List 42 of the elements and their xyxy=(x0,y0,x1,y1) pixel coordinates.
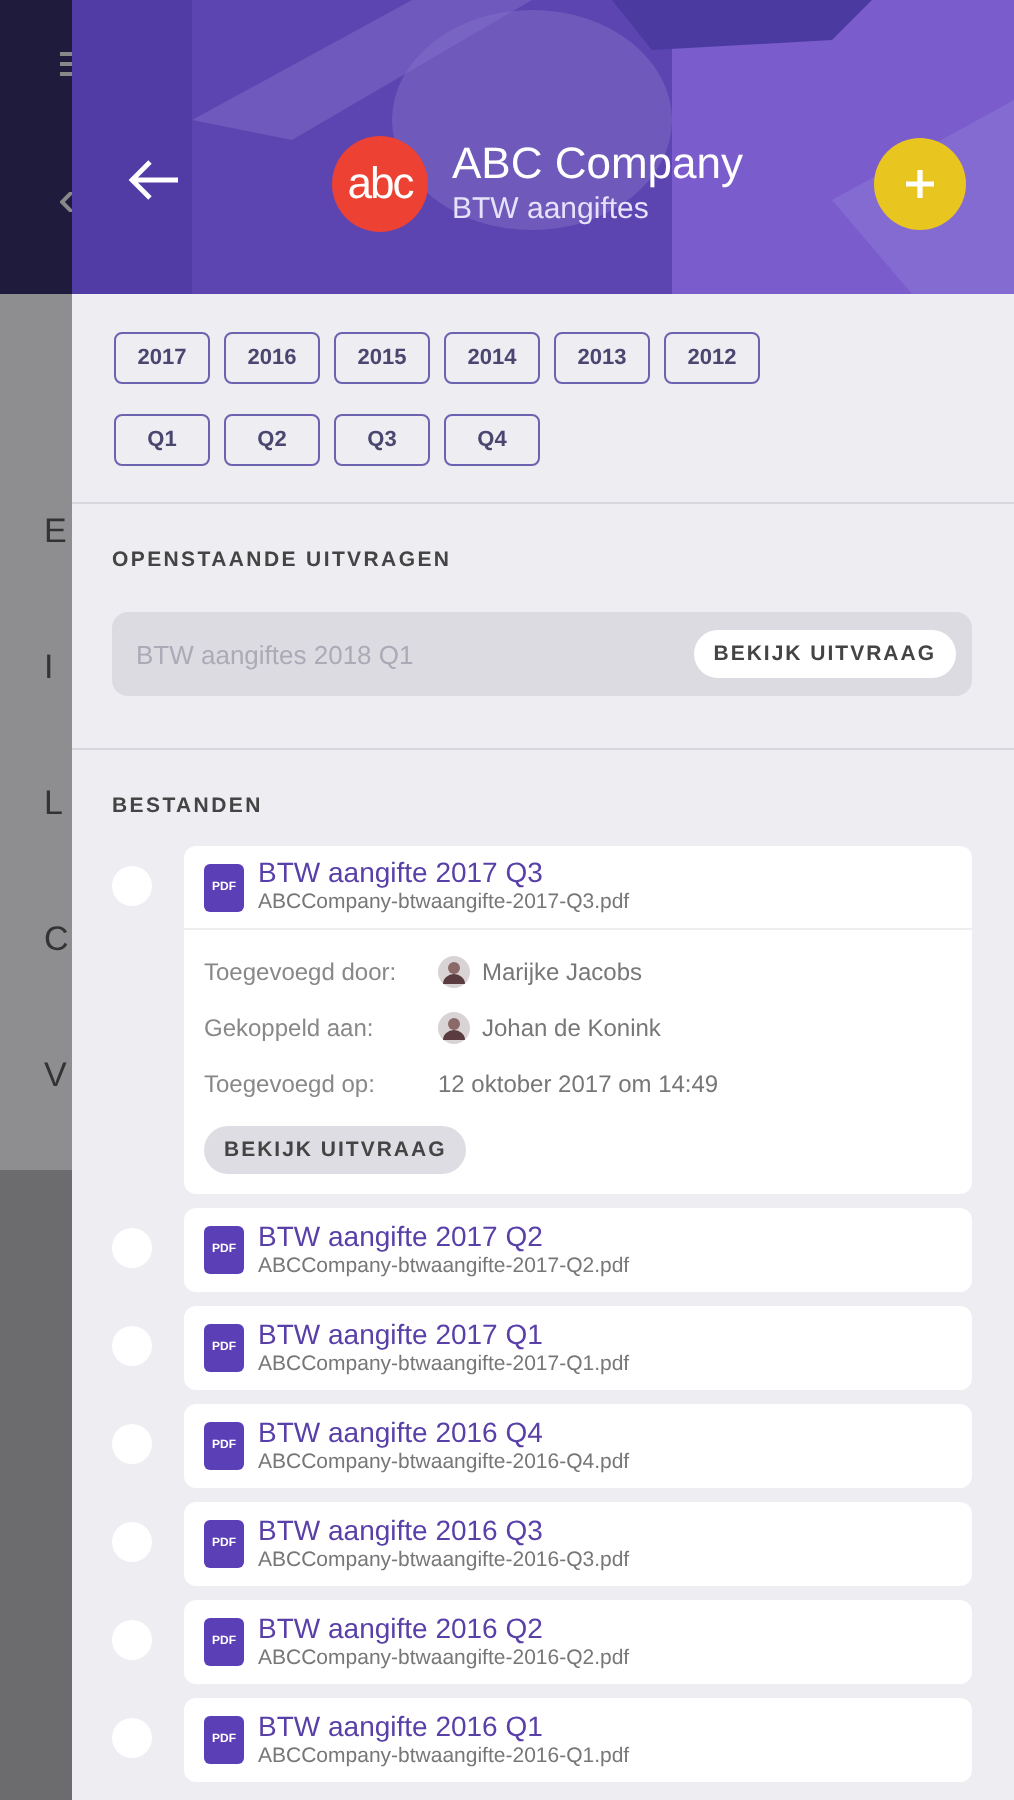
filter-chip[interactable]: 2015 xyxy=(334,332,430,384)
company-title: ABC Company xyxy=(452,137,744,189)
file-title: BTW aangifte 2016 Q1 xyxy=(258,1709,545,1741)
file-title: BTW aangifte 2016 Q3 xyxy=(258,1513,545,1545)
filter-chip[interactable]: 2014 xyxy=(444,332,540,384)
page-subtitle: BTW aangiftes xyxy=(452,189,651,229)
file-name: ABCCompany-btwaangifte-2016-Q4.pdf xyxy=(258,1448,630,1477)
filter-chip[interactable]: 2013 xyxy=(554,332,650,384)
detail-value: Marijke Jacobs xyxy=(482,958,643,986)
section-heading: BESTANDEN xyxy=(112,794,265,818)
filter-chip[interactable]: 2016 xyxy=(224,332,320,384)
filter-chip[interactable]: 2017 xyxy=(114,332,210,384)
file-title: BTW aangifte 2017 Q3 xyxy=(258,856,545,888)
detail-label: Gekoppeld aan: xyxy=(204,1014,376,1042)
file-name: ABCCompany-btwaangifte-2016-Q1.pdf xyxy=(258,1742,630,1771)
detail-value: 12 oktober 2017 om 14:49 xyxy=(438,1070,719,1098)
file-title: BTW aangifte 2017 Q1 xyxy=(258,1317,545,1349)
file-name: ABCCompany-btwaangifte-2016-Q2.pdf xyxy=(258,1644,630,1673)
filter-chip[interactable]: Q1 xyxy=(114,414,210,466)
filter-chip[interactable]: Q4 xyxy=(444,414,540,466)
file-name: ABCCompany-btwaangifte-2017-Q2.pdf xyxy=(258,1252,630,1281)
avatar-icon xyxy=(438,956,470,988)
filter-chip[interactable]: 2012 xyxy=(664,332,760,384)
detail-value: Johan de Konink xyxy=(482,1014,661,1042)
file-name: ABCCompany-btwaangifte-2017-Q1.pdf xyxy=(258,1350,630,1379)
view-request-button[interactable]: BEKIJK UITVRAAG xyxy=(204,1126,467,1174)
chevron-icon xyxy=(60,192,72,212)
file-title: BTW aangifte 2017 Q2 xyxy=(258,1219,545,1251)
file-name: ABCCompany-btwaangifte-2016-Q3.pdf xyxy=(258,1546,630,1575)
file-name: ABCCompany-btwaangifte-2017-Q3.pdf xyxy=(258,888,630,918)
plus-icon xyxy=(904,167,936,199)
menu-icon xyxy=(60,52,72,76)
detail-label: Toegevoegd op: xyxy=(204,1070,377,1098)
avatar-icon xyxy=(438,1012,470,1044)
file-title: BTW aangifte 2016 Q4 xyxy=(258,1415,545,1447)
view-request-button[interactable]: BEKIJK UITVRAAG xyxy=(693,630,956,678)
section-heading: OPENSTAANDE UITVRAGEN xyxy=(112,548,454,572)
filter-chip[interactable]: Q2 xyxy=(224,414,320,466)
filter-chip[interactable]: Q3 xyxy=(334,414,430,466)
file-title: BTW aangifte 2016 Q2 xyxy=(258,1611,545,1643)
detail-label: Toegevoegd door: xyxy=(204,958,399,986)
back-arrow-icon xyxy=(128,159,180,199)
